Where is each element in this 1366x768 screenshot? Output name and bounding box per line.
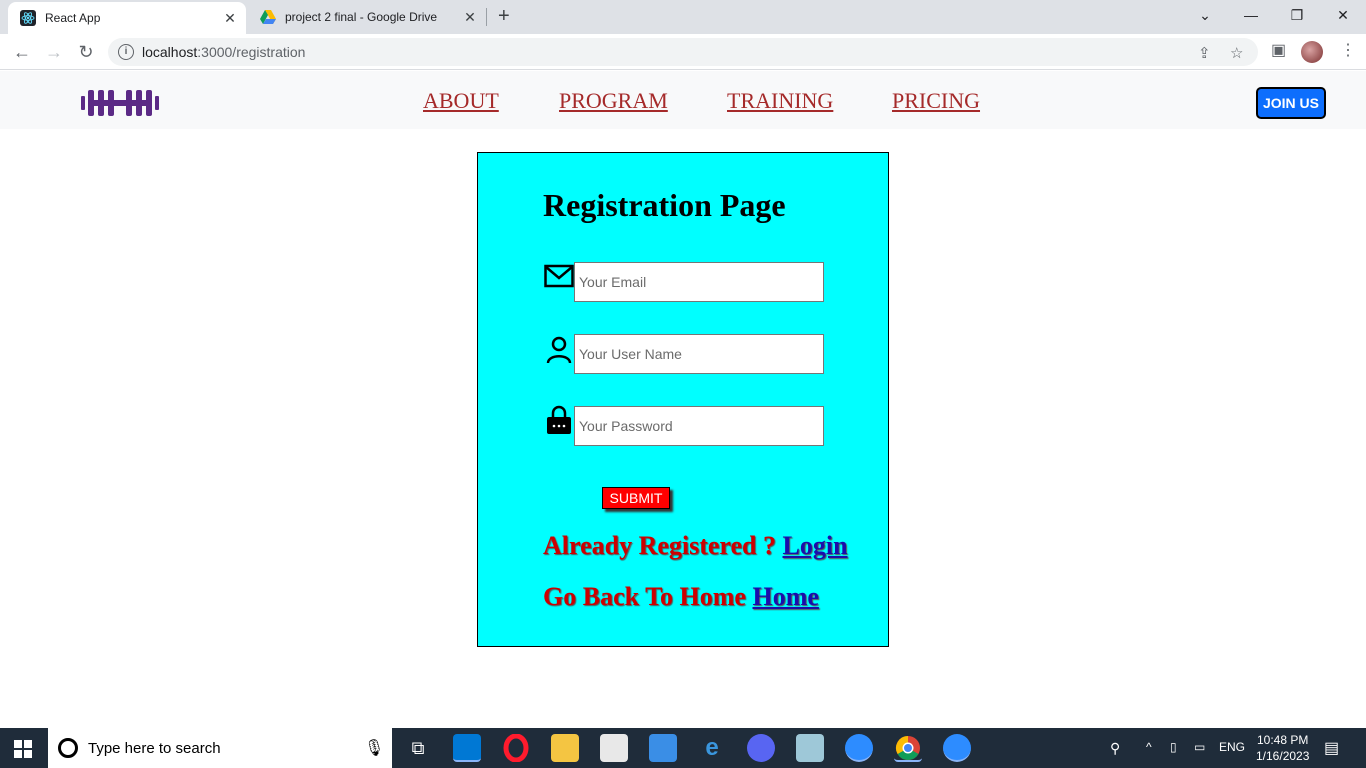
- taskbar-search[interactable]: Type here to search 🎙: [48, 728, 392, 768]
- task-view-icon[interactable]: ⧉: [404, 734, 432, 762]
- nav-link-pricing[interactable]: PRICING: [892, 88, 980, 114]
- submit-button[interactable]: SUBMIT: [602, 487, 670, 509]
- url-host: localhost: [142, 44, 198, 60]
- chrome-icon[interactable]: [894, 734, 922, 762]
- minimize-icon[interactable]: —: [1228, 0, 1274, 30]
- chevron-up-icon[interactable]: ^: [1146, 740, 1152, 754]
- tab-divider: [486, 8, 487, 26]
- zoom-icon[interactable]: [845, 734, 873, 762]
- people-icon[interactable]: ⚲: [1110, 740, 1120, 757]
- password-field[interactable]: [574, 406, 824, 446]
- email-field[interactable]: [574, 262, 824, 302]
- discord-icon[interactable]: [747, 734, 775, 762]
- close-tab-icon[interactable]: ✕: [462, 9, 478, 25]
- opera-icon[interactable]: [502, 733, 530, 763]
- notes-app-icon[interactable]: [796, 734, 824, 762]
- tab-search-chevron-icon[interactable]: ⌄: [1182, 0, 1228, 30]
- back-arrow-icon[interactable]: ←: [10, 40, 34, 64]
- dumbbell-logo-icon[interactable]: [80, 88, 160, 123]
- vscode-icon[interactable]: [453, 734, 481, 762]
- clock[interactable]: 10:48 PM 1/16/2023: [1256, 732, 1309, 764]
- nav-link-training[interactable]: TRAINING: [727, 88, 833, 114]
- taskbar: Type here to search 🎙 ⧉ e ⚲ ^ ▯ ▭ ENG 10…: [0, 728, 1366, 768]
- url-text[interactable]: localhost:3000/registration: [142, 44, 305, 60]
- tab-google-drive[interactable]: project 2 final - Google Drive ✕: [248, 0, 486, 34]
- restore-icon[interactable]: ❐: [1274, 0, 1320, 30]
- microphone-icon[interactable]: 🎙: [364, 738, 384, 758]
- lock-icon: [544, 405, 574, 435]
- tab-strip: React App ✕ project 2 final - Google Dri…: [0, 0, 1366, 34]
- network-icon[interactable]: ▭: [1194, 740, 1205, 754]
- edge-icon[interactable]: e: [698, 734, 726, 762]
- profile-avatar[interactable]: [1301, 41, 1323, 63]
- join-us-button[interactable]: JOIN US: [1256, 87, 1326, 119]
- menu-dots-icon[interactable]: ⋮: [1340, 40, 1356, 60]
- envelope-icon: [544, 263, 574, 293]
- tab-title: project 2 final - Google Drive: [285, 10, 438, 24]
- window-close-icon[interactable]: ✕: [1320, 0, 1366, 30]
- username-field[interactable]: [574, 334, 824, 374]
- tab-title: React App: [45, 11, 101, 25]
- browser-toolbar: ← → ↻ i localhost:3000/registration ⇪ ☆: [0, 34, 1366, 70]
- forward-arrow-icon[interactable]: →: [42, 40, 66, 64]
- clock-time: 10:48 PM: [1257, 733, 1309, 747]
- go-back-text: Go Back To Home Home: [543, 582, 819, 612]
- store-icon[interactable]: [600, 734, 628, 762]
- file-explorer-icon[interactable]: [551, 734, 579, 762]
- bookmark-star-icon[interactable]: ☆: [1230, 44, 1243, 62]
- nav-link-program[interactable]: PROGRAM: [559, 88, 668, 114]
- registration-card: Registration Page SUBMIT Already Registe…: [477, 152, 889, 647]
- login-link[interactable]: Login: [783, 531, 848, 560]
- app-navbar: [0, 71, 1366, 129]
- new-tab-icon[interactable]: +: [498, 6, 510, 26]
- cortana-icon: [58, 738, 78, 758]
- go-back-label: Go Back To Home: [543, 582, 753, 611]
- mail-icon[interactable]: [649, 734, 677, 762]
- nav-link-about[interactable]: ABOUT: [423, 88, 499, 114]
- share-icon[interactable]: ⇪: [1198, 44, 1211, 62]
- side-panel-icon[interactable]: ▣: [1271, 40, 1286, 60]
- windows-start-icon[interactable]: [14, 740, 32, 758]
- url-path: :3000/registration: [197, 44, 306, 60]
- already-registered-text: Already Registered ? Login: [543, 531, 848, 561]
- already-registered-label: Already Registered ?: [543, 531, 783, 560]
- close-tab-icon[interactable]: ✕: [222, 10, 238, 26]
- search-placeholder: Type here to search: [88, 740, 221, 757]
- google-drive-icon: [260, 9, 276, 25]
- react-icon: [20, 10, 36, 26]
- user-icon: [544, 335, 574, 365]
- clock-date: 1/16/2023: [1256, 749, 1310, 763]
- battery-icon[interactable]: ▯: [1170, 740, 1177, 754]
- address-bar[interactable]: i localhost:3000/registration ⇪ ☆: [108, 38, 1258, 66]
- page-title: Registration Page: [543, 187, 786, 223]
- site-info-icon[interactable]: i: [118, 44, 134, 60]
- tab-react-app[interactable]: React App ✕: [8, 2, 246, 34]
- home-link[interactable]: Home: [752, 582, 818, 611]
- zoom-icon[interactable]: [943, 734, 971, 762]
- reload-icon[interactable]: ↻: [74, 40, 98, 64]
- notification-icon[interactable]: ▤: [1324, 738, 1339, 758]
- language-indicator[interactable]: ENG: [1219, 740, 1245, 754]
